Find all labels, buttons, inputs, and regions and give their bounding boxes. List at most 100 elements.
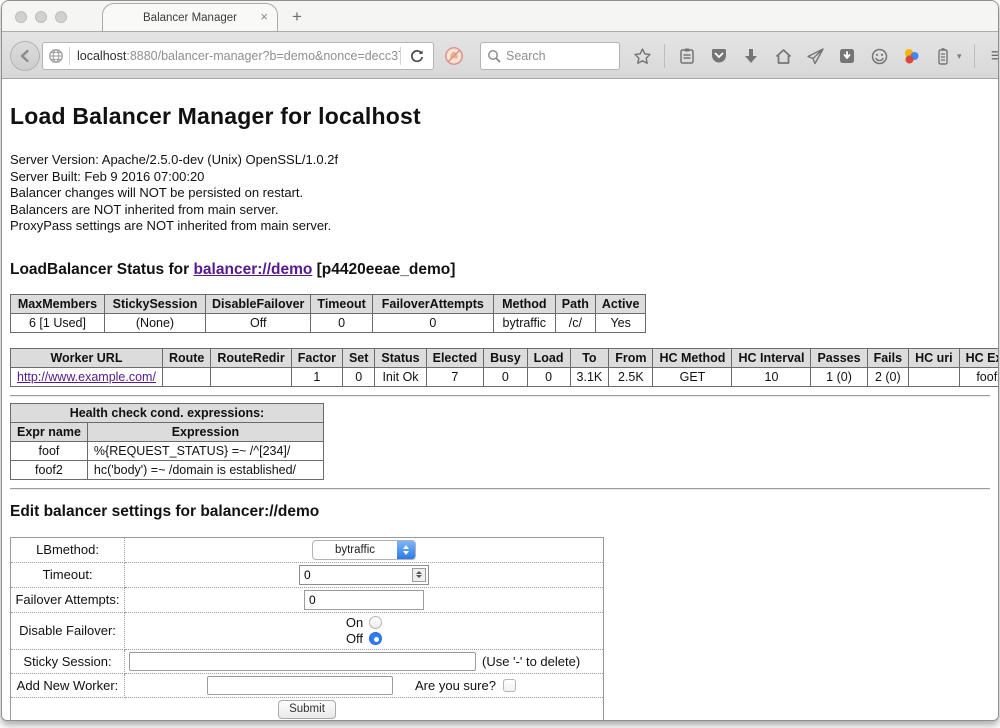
page-content: Load Balancer Manager for localhost Serv… <box>2 81 998 720</box>
edit-balancer-form: LBmethod: bytraffic Timeout: <box>10 537 604 721</box>
failover-attempts-input[interactable] <box>304 590 424 610</box>
column-header: StickySession <box>105 294 206 313</box>
table-cell: Yes <box>595 313 646 332</box>
sticky-session-input[interactable] <box>129 652 476 671</box>
radio-on-label: On <box>346 615 363 630</box>
column-header: Route <box>162 348 210 367</box>
search-input[interactable] <box>506 49 606 63</box>
table-cell: Off <box>206 313 311 332</box>
table-header-row: Worker URL Route RouteRedir Factor Set S… <box>11 348 999 367</box>
send-tab-button[interactable] <box>805 45 825 67</box>
are-you-sure-checkbox[interactable] <box>503 679 516 692</box>
worker-url-link[interactable]: http://www.example.com/ <box>17 370 156 384</box>
smiley-icon <box>870 47 889 66</box>
balancer-summary-table: MaxMembers StickySession DisableFailover… <box>10 294 646 333</box>
globe-icon <box>48 48 64 64</box>
sticky-session-note: (Use '-' to delete) <box>482 654 580 669</box>
are-you-sure-label: Are you sure? <box>415 678 496 693</box>
add-worker-input[interactable] <box>207 676 393 695</box>
table-cell: foof2 <box>959 367 998 386</box>
submit-button[interactable]: Submit <box>278 700 336 719</box>
battery-icon <box>935 47 951 66</box>
table-cell: 6 [1 Used] <box>11 313 105 332</box>
toolbar-icons: ▾ ≡ <box>632 32 999 80</box>
column-header: Method <box>493 294 555 313</box>
back-button[interactable] <box>10 41 40 71</box>
url-text[interactable]: localhost:8880/balancer-manager?b=demo&n… <box>70 49 400 63</box>
tab-balancer-manager[interactable]: Balancer Manager × <box>102 3 278 31</box>
paper-plane-icon <box>806 47 825 66</box>
form-row-add-worker: Add New Worker: Are you sure? <box>11 673 604 697</box>
zoom-window-button[interactable] <box>55 11 67 23</box>
timeout-input[interactable] <box>299 565 429 585</box>
pocket-button[interactable] <box>709 45 729 67</box>
tab-close-icon[interactable]: × <box>260 10 268 24</box>
battery-extension-button[interactable] <box>933 45 953 67</box>
column-header: Worker URL <box>11 348 163 367</box>
tab-title: Balancer Manager <box>143 12 237 24</box>
box-download-icon <box>838 47 856 65</box>
lbmethod-label: LBmethod: <box>11 537 125 562</box>
clipboard-icon <box>678 47 696 65</box>
home-button[interactable] <box>773 45 793 67</box>
form-row-timeout: Timeout: <box>11 562 604 587</box>
colors-extension-button[interactable] <box>901 45 921 67</box>
table-header-row: Health check cond. expressions: <box>11 403 324 422</box>
back-arrow-icon <box>17 48 33 64</box>
site-identity-button[interactable] <box>43 48 69 64</box>
reload-button[interactable] <box>401 48 433 64</box>
table-cell <box>909 367 960 386</box>
table-cell: foof2 <box>11 460 88 479</box>
table-row: 6 [1 Used] (None) Off 0 0 bytraffic /c/ … <box>11 313 646 332</box>
column-header: Expr name <box>11 422 88 441</box>
column-header: Elected <box>426 348 483 367</box>
column-header: Path <box>555 294 595 313</box>
sticky-session-label: Sticky Session: <box>11 649 125 673</box>
inherit-note-line: Balancers are NOT inherited from main se… <box>10 202 990 219</box>
home-icon <box>774 47 793 66</box>
table-cell <box>162 367 210 386</box>
table-header-row: Expr name Expression <box>11 422 324 441</box>
minimize-window-button[interactable] <box>35 11 47 23</box>
column-header: To <box>570 348 609 367</box>
form-row-disable-failover: Disable Failover: On Off <box>11 612 604 649</box>
column-header: MaxMembers <box>11 294 105 313</box>
chevron-down-icon[interactable]: ▾ <box>957 51 962 62</box>
table-cell: 2 (0) <box>867 367 909 386</box>
table-cell: 1 <box>291 367 342 386</box>
column-header: FailoverAttempts <box>372 294 493 313</box>
extension-download-button[interactable] <box>837 45 857 67</box>
section-divider <box>10 395 990 397</box>
url-bar[interactable]: localhost:8880/balancer-manager?b=demo&n… <box>42 42 434 70</box>
form-row-submit: Submit <box>11 697 604 720</box>
emoji-button[interactable] <box>869 45 889 67</box>
table-cell: foof <box>11 441 88 460</box>
adblock-button[interactable] <box>444 45 464 67</box>
column-header: HC Expr <box>959 348 998 367</box>
disable-failover-label: Disable Failover: <box>11 612 125 649</box>
hamburger-icon: ≡ <box>991 46 999 66</box>
balancer-demo-link[interactable]: balancer://demo <box>193 261 312 278</box>
bookmark-star-button[interactable] <box>632 45 652 67</box>
disable-failover-off-radio[interactable] <box>369 632 382 645</box>
health-check-table: Health check cond. expressions: Expr nam… <box>10 403 324 480</box>
search-bar[interactable] <box>480 42 620 70</box>
star-icon <box>633 47 652 66</box>
table-cell: 2.5K <box>609 367 653 386</box>
number-stepper-icon[interactable] <box>412 568 426 582</box>
menu-button[interactable]: ≡ <box>987 45 999 67</box>
status-heading-suffix: [p4420eeae_demo] <box>312 261 455 278</box>
close-window-button[interactable] <box>15 11 27 23</box>
bookmarks-menu-button[interactable] <box>677 45 697 67</box>
downloads-button[interactable] <box>741 45 761 67</box>
disable-failover-on-radio[interactable] <box>369 616 382 629</box>
lbmethod-select[interactable]: bytraffic <box>312 540 416 560</box>
table-cell: GET <box>653 367 732 386</box>
column-header: Status <box>375 348 426 367</box>
toolbar-separator <box>664 44 665 68</box>
table-cell: bytraffic <box>493 313 555 332</box>
table-cell: Init Ok <box>375 367 426 386</box>
new-tab-button[interactable]: + <box>292 7 302 27</box>
column-header: RouteRedir <box>211 348 291 367</box>
column-header: Set <box>342 348 374 367</box>
